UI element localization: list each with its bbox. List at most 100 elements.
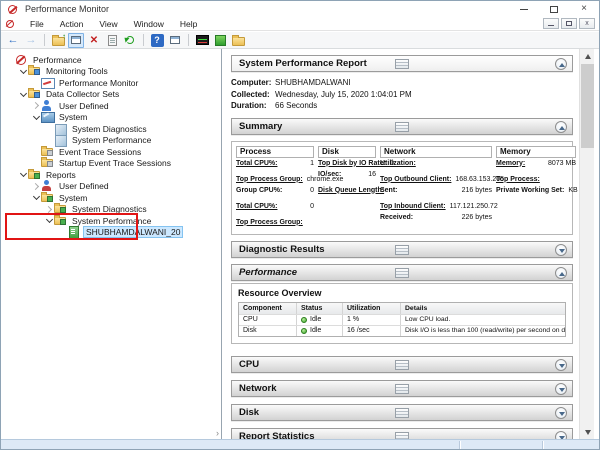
menu-file[interactable]: File	[23, 18, 51, 30]
summary-row: Sent:216 bytes	[380, 186, 492, 196]
performance-chart-icon[interactable]	[194, 33, 210, 48]
summary-label[interactable]: Disk Queue Length:	[318, 186, 384, 196]
info-value: 66 Seconds	[275, 101, 317, 110]
refresh-icon[interactable]	[122, 33, 138, 48]
summary-label[interactable]: Utilization:	[380, 159, 416, 169]
collapse-icon[interactable]	[555, 267, 567, 279]
show-hide-tree-icon[interactable]	[68, 33, 84, 48]
expand-icon[interactable]	[555, 244, 567, 256]
tree-item-event-trace-sessions[interactable]: Event Trace Sessions	[1, 146, 221, 158]
tree-expander-icon[interactable]	[32, 193, 41, 202]
child-minimize-button[interactable]	[543, 18, 559, 29]
tree-item-reports[interactable]: Reports	[1, 169, 221, 181]
summary-value	[488, 159, 492, 169]
vertical-scrollbar[interactable]	[579, 49, 594, 439]
tree-item-label: Event Trace Sessions	[57, 147, 143, 157]
collapse-icon[interactable]	[555, 58, 567, 70]
minimize-button[interactable]	[509, 1, 539, 17]
show-window-icon[interactable]	[167, 33, 183, 48]
summary-label[interactable]: Top Inbound Client:	[380, 202, 446, 212]
close-button[interactable]: ×	[569, 1, 599, 17]
status-bar	[1, 439, 599, 450]
section-disk[interactable]: Disk	[231, 404, 573, 421]
child-restore-button[interactable]	[561, 18, 577, 29]
menu-action[interactable]: Action	[53, 18, 91, 30]
summary-label[interactable]: Top Disk by IO Rate:	[318, 159, 386, 169]
expand-icon[interactable]	[555, 359, 567, 371]
summary-label: Group CPU%:	[236, 186, 282, 196]
section-network[interactable]: Network	[231, 380, 573, 397]
tree-expander-icon[interactable]	[19, 170, 28, 179]
tree-expander-icon[interactable]	[32, 101, 41, 110]
summary-label[interactable]: Top Process Group:	[236, 175, 303, 185]
tree-item-startup-event-trace-sessions[interactable]: Startup Event Trace Sessions	[1, 158, 221, 170]
menu-bar-items: FileActionViewWindowHelp	[23, 18, 204, 30]
section-report-header[interactable]: System Performance Report	[231, 55, 573, 72]
expand-icon[interactable]	[555, 407, 567, 419]
section-title: CPU	[232, 359, 259, 370]
summary-row: Disk Queue Length:	[318, 186, 376, 196]
summary-value: 117.121.250.72	[446, 202, 498, 212]
tree-expander-icon[interactable]	[19, 90, 28, 99]
section-summary-header[interactable]: Summary	[231, 118, 573, 135]
up-folder-icon[interactable]: ↑	[50, 33, 66, 48]
tree-item-shubhamdalwani-20[interactable]: SHUBHAMDALWANI_20	[1, 227, 221, 239]
summary-row: Total CPU%:1	[236, 159, 314, 169]
tree-item-label: System Performance	[70, 216, 153, 226]
menu-view[interactable]: View	[92, 18, 124, 30]
tree-item-label: System Performance	[70, 135, 153, 145]
properties-icon[interactable]	[104, 33, 120, 48]
tree-item-user-defined[interactable]: User Defined	[1, 181, 221, 193]
column-header[interactable]: Component	[239, 303, 297, 314]
collapse-icon[interactable]	[555, 121, 567, 133]
tree-item-system-performance[interactable]: System Performance	[1, 135, 221, 147]
child-close-button[interactable]: x	[579, 18, 595, 29]
tree-expander-icon[interactable]	[32, 113, 41, 122]
start-collector-icon[interactable]	[212, 33, 228, 48]
section-diagnostic-results[interactable]: Diagnostic Results	[231, 241, 573, 258]
menu-help[interactable]: Help	[173, 18, 204, 30]
tree-item-system-diagnostics[interactable]: System Diagnostics	[1, 204, 221, 216]
summary-label[interactable]: Top Process:	[496, 175, 540, 185]
section-performance[interactable]: Performance	[231, 264, 573, 281]
scrollbar-thumb[interactable]	[581, 64, 594, 148]
tree-item-system-diagnostics[interactable]: System Diagnostics	[1, 123, 221, 135]
tree-item-system[interactable]: System	[1, 192, 221, 204]
summary-label[interactable]: Top Process Group:	[236, 218, 303, 228]
tree-item-performance[interactable]: Performance	[1, 54, 221, 66]
tree-expander-icon[interactable]	[32, 182, 41, 191]
tree-item-system[interactable]: System	[1, 112, 221, 124]
maximize-button[interactable]	[539, 1, 569, 17]
column-header[interactable]: Status	[297, 303, 343, 314]
tree-item-performance-monitor[interactable]: Performance Monitor	[1, 77, 221, 89]
open-folder-icon[interactable]	[230, 33, 246, 48]
back-arrow-icon[interactable]: ←	[5, 33, 21, 48]
delete-icon[interactable]: ✕	[86, 33, 102, 48]
tree-expander-spacer	[32, 159, 41, 168]
expand-icon[interactable]	[555, 383, 567, 395]
scroll-down-arrow-icon[interactable]	[580, 425, 595, 439]
help-icon[interactable]: ?	[149, 33, 165, 48]
tree-expander-icon[interactable]	[45, 205, 54, 214]
tree-hscroll-right-arrow[interactable]: ›	[216, 429, 219, 438]
tree-item-user-defined[interactable]: User Defined	[1, 100, 221, 112]
component-cell: Disk	[239, 326, 297, 336]
tree-item-system-performance[interactable]: System Performance	[1, 215, 221, 227]
tree-item-data-collector-sets[interactable]: Data Collector Sets	[1, 89, 221, 101]
summary-label[interactable]: Total CPU%:	[236, 159, 277, 169]
summary-label[interactable]: Memory:	[496, 159, 525, 169]
summary-label[interactable]: Total CPU%:	[236, 202, 277, 212]
section-cpu[interactable]: CPU	[231, 356, 573, 373]
forward-arrow-icon[interactable]: →	[23, 33, 39, 48]
menu-window[interactable]: Window	[127, 18, 171, 30]
tree-expander-icon[interactable]	[19, 67, 28, 76]
column-header[interactable]: Utilization	[343, 303, 401, 314]
tree-expander-icon[interactable]	[45, 216, 54, 225]
column-header[interactable]: Details	[401, 303, 565, 314]
tree-item-label: Monitoring Tools	[44, 66, 110, 76]
grid-icon	[395, 408, 409, 418]
tree-item-monitoring-tools[interactable]: Monitoring Tools	[1, 66, 221, 78]
summary-label[interactable]: Top Outbound Client:	[380, 175, 451, 185]
summary-value: 0	[306, 202, 314, 212]
scroll-up-arrow-icon[interactable]	[580, 49, 595, 63]
